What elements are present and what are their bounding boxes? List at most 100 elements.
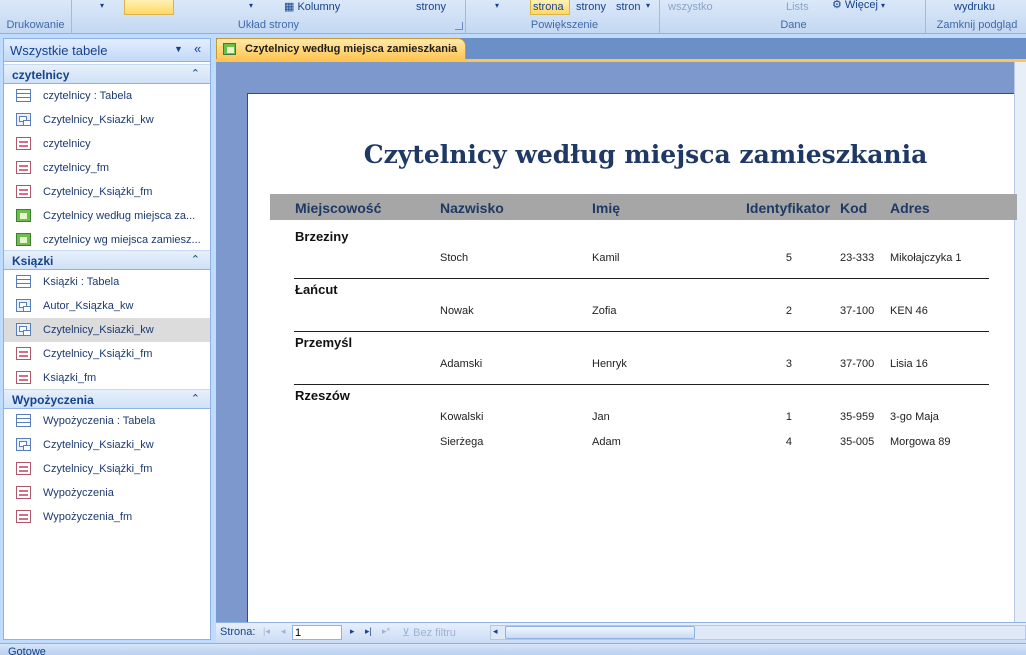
nav-pane-header[interactable]: Wszystkie tabele ▼ « xyxy=(4,39,210,62)
nav-group-header[interactable]: czytelnicy ⌃ xyxy=(4,64,210,84)
columns-icon: ▦ xyxy=(284,1,298,13)
nav-item-label: Ksiązki : Tabela xyxy=(43,276,120,288)
close-preview-button[interactable]: wydruku xyxy=(954,1,995,13)
nav-group-header[interactable]: Wypożyczenia ⌃ xyxy=(4,389,210,409)
chevron-down-icon[interactable]: ▼ xyxy=(174,44,183,54)
column-header-name: Imię xyxy=(592,200,621,216)
query-icon xyxy=(16,299,31,312)
nav-item-label: Autor_Ksiązka_kw xyxy=(43,300,134,312)
tab-label: Czytelnicy według miejsca zamieszkania xyxy=(245,43,458,55)
chevron-up-icon[interactable]: ⌃ xyxy=(191,253,200,266)
cell-surname: Adamski xyxy=(440,358,483,370)
nav-item[interactable]: Wypożyczenia_fm xyxy=(4,505,210,529)
new-record-icon[interactable]: ▸* xyxy=(382,626,390,637)
nav-item[interactable]: Czytelnicy_Książki_fm xyxy=(4,180,210,204)
table-icon xyxy=(16,275,31,288)
form-icon xyxy=(16,347,31,360)
ribbon-group-print: Drukowanie xyxy=(0,0,72,33)
cell-address: KEN 46 xyxy=(890,305,928,317)
report-icon xyxy=(16,209,31,222)
cell-surname: Stoch xyxy=(440,252,469,264)
nav-group-title: czytelnicy xyxy=(12,68,70,82)
group-city: Rzeszów xyxy=(295,388,350,403)
nav-item[interactable]: Czytelnicy_Ksiazki_kw xyxy=(4,433,210,457)
nav-item[interactable]: Wypożyczenia : Tabela xyxy=(4,409,210,433)
chevron-down-icon[interactable]: ▾ xyxy=(100,1,104,10)
cell-surname: Nowak xyxy=(440,305,474,317)
nav-item-label: czytelnicy wg miejsca zamiesz... xyxy=(43,234,201,246)
tab-report[interactable]: Czytelnicy według miejsca zamieszkania xyxy=(216,38,466,60)
sharepoint-lists-button[interactable]: Lists xyxy=(786,1,809,13)
more-icon: ⚙ xyxy=(832,0,845,11)
next-page-icon[interactable]: ▸ xyxy=(350,626,355,637)
nav-item-label: Ksiązki_fm xyxy=(43,372,97,384)
page-number-input[interactable] xyxy=(292,625,342,640)
chevron-down-icon: ▾ xyxy=(881,1,886,10)
group-separator xyxy=(294,331,989,332)
cell-address: Lisia 16 xyxy=(890,358,928,370)
cell-surname: Sierżega xyxy=(440,436,484,448)
nav-item[interactable]: Czytelnicy_Książki_fm xyxy=(4,342,210,366)
cell-address: 3-go Maja xyxy=(890,411,939,423)
report-icon xyxy=(223,43,236,55)
form-icon xyxy=(16,510,31,523)
chevron-down-icon[interactable]: ▾ xyxy=(646,1,650,10)
nav-item[interactable]: Wypożyczenia xyxy=(4,481,210,505)
cell-id: 3 xyxy=(785,358,792,370)
more-pages-button[interactable]: stron xyxy=(616,1,640,13)
report-icon xyxy=(16,233,31,246)
nav-pane-title: Wszystkie tabele xyxy=(10,43,108,58)
nav-item[interactable]: Autor_Ksiązka_kw xyxy=(4,294,210,318)
horizontal-scroll-thumb[interactable] xyxy=(505,626,695,639)
one-page-button[interactable]: strona xyxy=(533,1,564,13)
cell-surname: Kowalski xyxy=(440,411,484,423)
page-setup-button[interactable]: strony xyxy=(416,1,446,13)
chevron-up-icon[interactable]: ⌃ xyxy=(191,67,200,80)
refresh-all-button[interactable]: wszystko xyxy=(668,1,713,13)
column-header-surname: Nazwisko xyxy=(440,200,504,216)
ribbon-group-label: Drukowanie xyxy=(6,19,65,31)
more-button[interactable]: ⚙ Więcej ▾ xyxy=(832,0,885,11)
column-header-city: Miejscowość xyxy=(295,200,382,216)
scroll-left-icon[interactable]: ◂ xyxy=(493,626,498,637)
nav-item[interactable]: Czytelnicy_Ksiazki_kw xyxy=(4,318,210,342)
chevron-down-icon[interactable]: ▾ xyxy=(249,1,253,10)
nav-group-title: Wypożyczenia xyxy=(12,393,94,407)
last-page-icon[interactable]: ▸| xyxy=(365,626,372,637)
first-page-icon[interactable]: |◂ xyxy=(263,626,270,637)
two-pages-button[interactable]: strony xyxy=(576,1,606,13)
report-title: Czytelnicy według miejsca zamieszkania xyxy=(363,140,928,169)
nav-item[interactable]: Ksiązki : Tabela xyxy=(4,270,210,294)
nav-item[interactable]: czytelnicy : Tabela xyxy=(4,84,210,108)
previous-page-icon[interactable]: ◂ xyxy=(281,626,286,637)
page-size-button[interactable] xyxy=(124,0,174,15)
chevron-up-icon[interactable]: ⌃ xyxy=(191,392,200,405)
nav-item-label: Czytelnicy_Książki_fm xyxy=(43,463,153,475)
collapse-pane-icon[interactable]: « xyxy=(194,41,201,56)
nav-item-label: Czytelnicy_Ksiazki_kw xyxy=(43,114,154,126)
columns-button[interactable]: ▦ Kolumny xyxy=(284,0,340,13)
nav-item[interactable]: Czytelnicy_Książki_fm xyxy=(4,457,210,481)
column-header-code: Kod xyxy=(840,200,868,216)
nav-group-title: Ksiązki xyxy=(12,254,54,268)
status-text: Gotowe xyxy=(8,646,46,655)
chevron-down-icon[interactable]: ▾ xyxy=(495,1,499,10)
cell-code: 37-100 xyxy=(840,305,875,317)
ribbon-group-zoom: ▾ strona strony stron ▾ Powiększenie xyxy=(470,0,660,33)
nav-item[interactable]: Czytelnicy według miejsca za... xyxy=(4,204,210,228)
nav-item[interactable]: czytelnicy wg miejsca zamiesz... xyxy=(4,228,210,252)
nav-item-label: Czytelnicy według miejsca za... xyxy=(43,210,196,222)
nav-group: Wypożyczenia ⌃ Wypożyczenia : Tabela Czytel… xyxy=(4,389,210,529)
nav-item[interactable]: Czytelnicy_Ksiazki_kw xyxy=(4,108,210,132)
nav-group-header[interactable]: Ksiązki ⌃ xyxy=(4,250,210,270)
cell-name: Jan xyxy=(592,411,610,423)
nav-item-label: Czytelnicy_Książki_fm xyxy=(43,186,153,198)
nav-item[interactable]: Ksiązki_fm xyxy=(4,366,210,390)
nav-item-label: Wypożyczenia xyxy=(43,487,114,499)
navigation-pane: Wszystkie tabele ▼ « czytelnicy ⌃ czytelni… xyxy=(3,38,211,640)
table-icon xyxy=(16,89,31,102)
cell-id: 4 xyxy=(785,436,792,448)
nav-item-label: czytelnicy : Tabela xyxy=(43,90,133,102)
filter-toggle[interactable]: ⊻ Bez filtru xyxy=(402,626,456,639)
column-header-address: Adres xyxy=(890,200,930,216)
